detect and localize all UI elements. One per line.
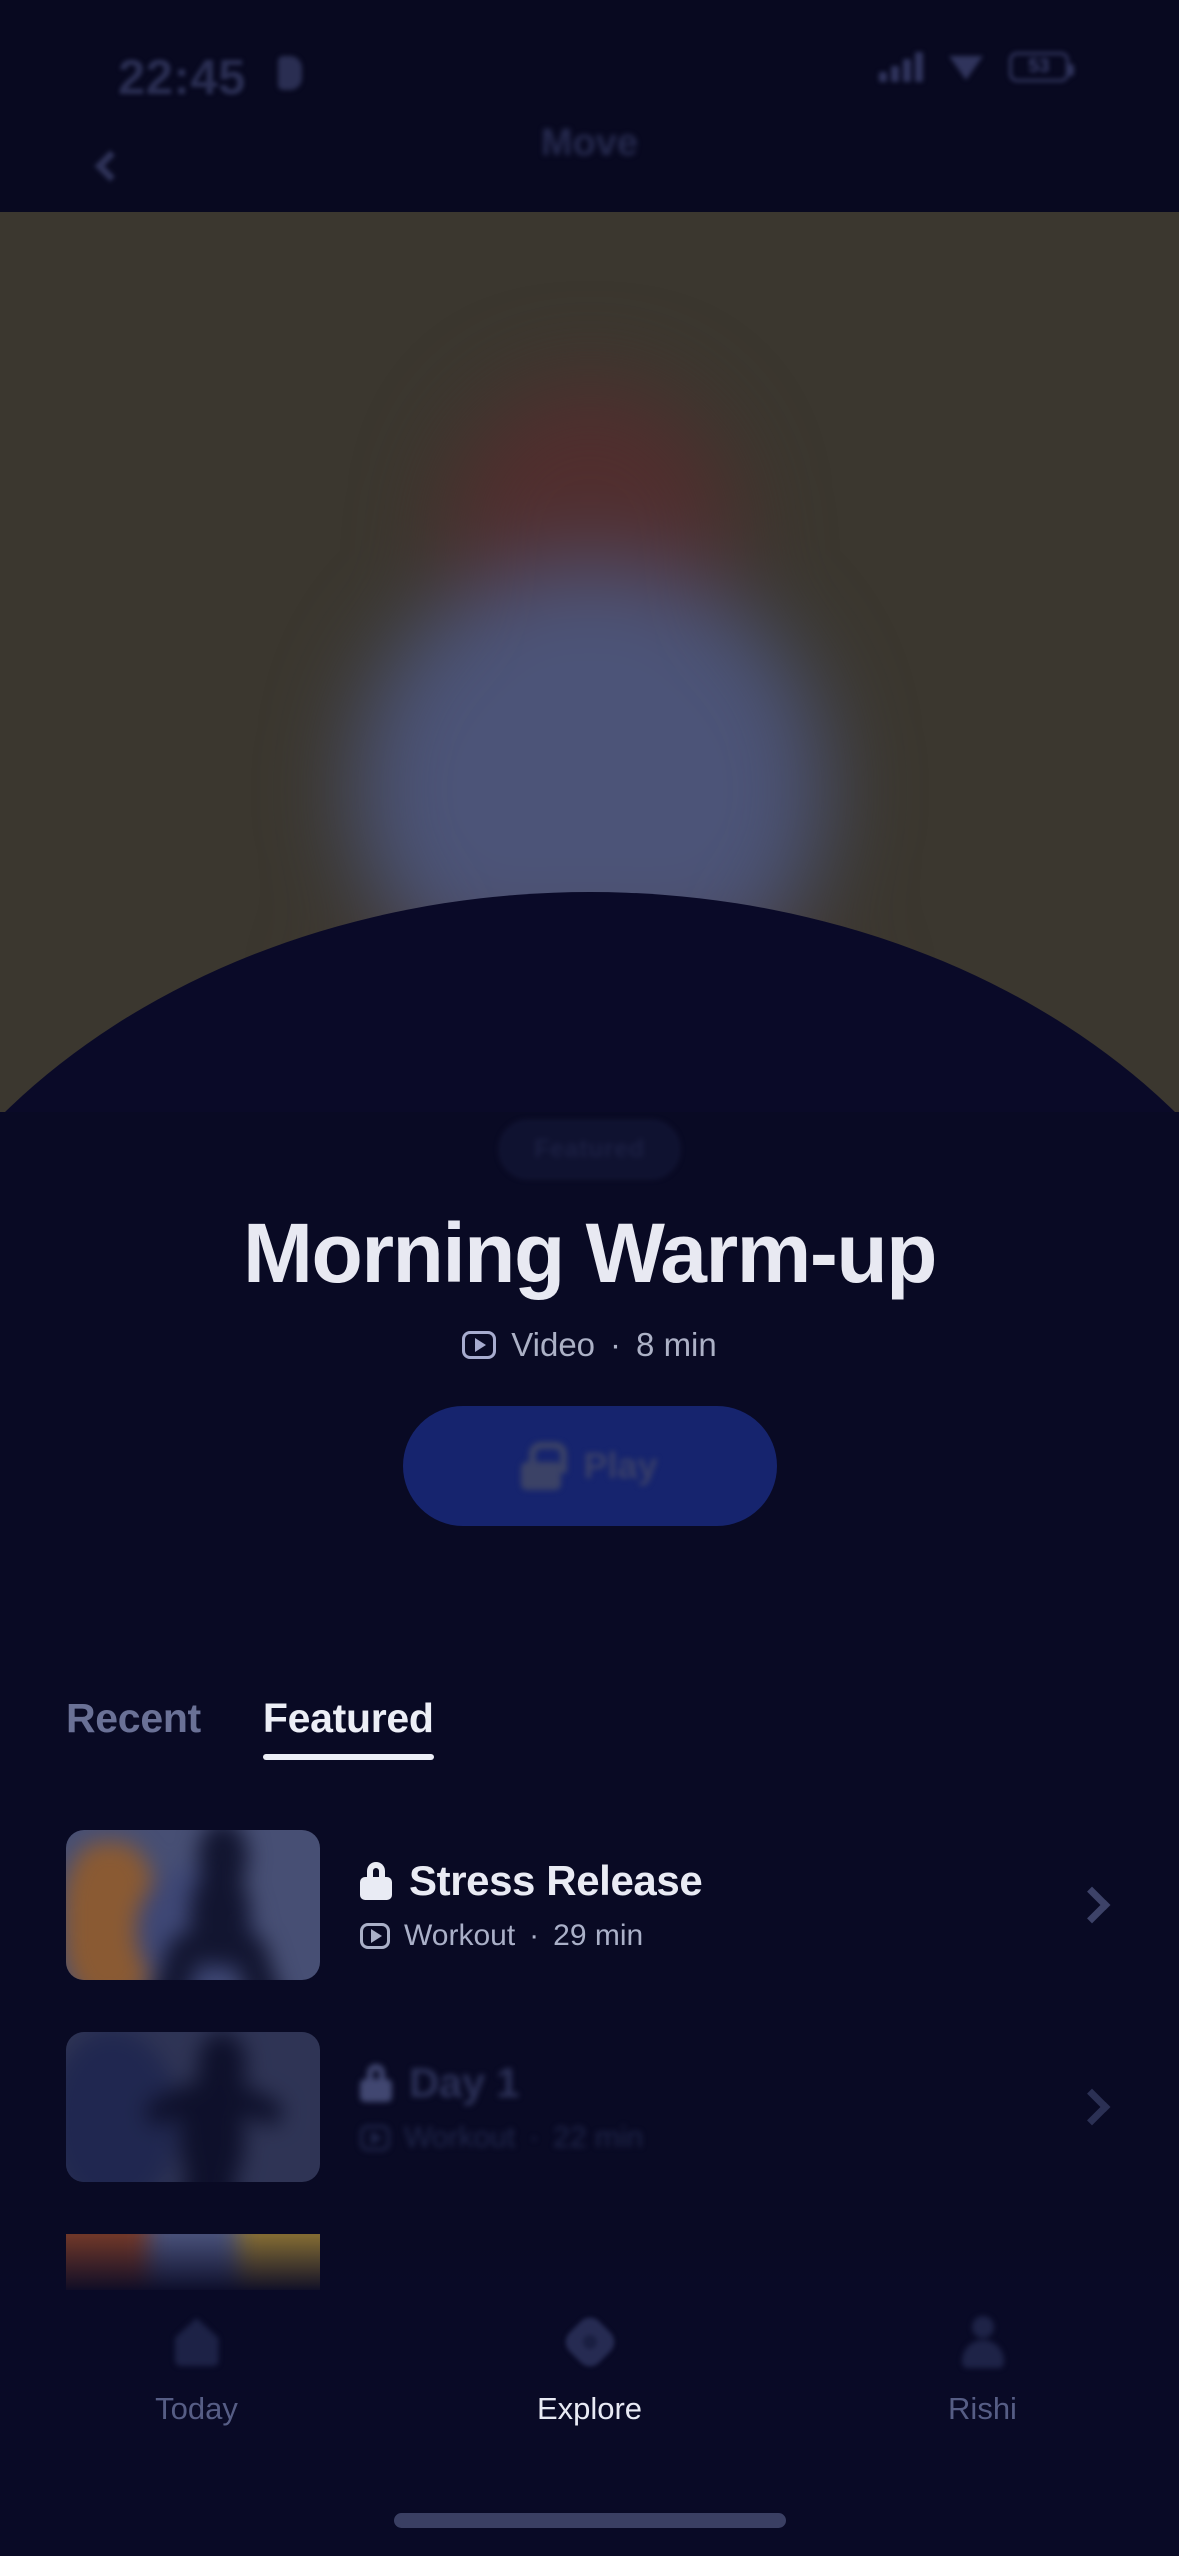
list-item-separator: · (529, 1919, 540, 1952)
battery-level: 53 (1028, 56, 1050, 77)
list-item-thumbnail (66, 2032, 320, 2182)
chevron-right-icon[interactable] (1073, 2088, 1111, 2126)
home-indicator[interactable] (393, 2513, 786, 2528)
list-item-meta: Workout · 22 min (360, 2121, 1039, 2155)
hero-image (0, 212, 1179, 1112)
chevron-right-icon[interactable] (1073, 1886, 1111, 1924)
feature-duration: 8 min (636, 1326, 717, 1363)
page-title: Morning Warm-up (243, 1206, 937, 1300)
wifi-icon (949, 56, 983, 82)
nav-item-explore-label: Explore (536, 2391, 643, 2426)
nav-item-today[interactable]: Today (0, 2312, 393, 2427)
lock-icon (360, 1862, 392, 1900)
bottom-nav-fade (0, 2236, 1179, 2294)
status-time: 22:45 (118, 51, 246, 105)
nav-title: Move (540, 122, 639, 164)
list-item-type: Workout (404, 1919, 516, 1952)
play-button[interactable]: Play (402, 1406, 777, 1526)
list-item[interactable]: Day 1 Workout · 22 min (0, 2032, 1179, 2182)
list-item-text: Day 1 Workout · 22 min (360, 2059, 1039, 2155)
content-list: Stress Release Workout · 29 min Day 1 Wo… (0, 1830, 1179, 2290)
list-item-text: Stress Release Workout · 29 min (360, 1857, 1039, 1953)
list-item-title: Stress Release (409, 1857, 703, 1904)
home-icon (167, 2312, 227, 2372)
nav-item-profile[interactable]: Rishi (786, 2312, 1179, 2427)
tab-featured-label: Featured (262, 1695, 434, 1741)
list-item-duration: 22 min (553, 2121, 644, 2154)
cellular-signal-icon (879, 52, 923, 82)
tab-recent-label: Recent (66, 1695, 201, 1741)
nav-item-today-label: Today (155, 2391, 238, 2426)
battery-icon: 53 (1009, 52, 1074, 82)
video-play-icon (360, 1923, 390, 1949)
featured-badge: Featured (499, 1120, 680, 1179)
video-play-icon (360, 2125, 390, 2151)
feature-type: Video (511, 1326, 596, 1363)
app-screen: Featured Morning Warm-up Video · 8 min P… (0, 0, 1179, 2556)
status-indicators: 53 (879, 52, 1074, 82)
video-play-icon (462, 1331, 497, 1359)
nav-item-profile-label: Rishi (948, 2391, 1017, 2426)
sparkle-icon (559, 2312, 620, 2372)
lock-icon (521, 1442, 568, 1490)
nav-header: Move (0, 122, 1179, 212)
play-button-label: Play (583, 1445, 658, 1486)
tab-featured[interactable]: Featured (262, 1695, 434, 1760)
lock-icon (360, 2064, 392, 2102)
feature-meta: Video · 8 min (0, 1326, 1179, 1364)
tab-active-underline (262, 1754, 434, 1760)
feature-block: Featured Morning Warm-up Video · 8 min P… (0, 1120, 1179, 1526)
bottom-navigation: Today Explore Rishi (0, 2236, 1179, 2556)
person-icon (953, 2312, 1013, 2372)
list-item-meta: Workout · 29 min (360, 1919, 1039, 1953)
list-item[interactable]: Stress Release Workout · 29 min (0, 1830, 1179, 1980)
content-tabs: Recent Featured (66, 1695, 434, 1760)
list-item-title: Day 1 (409, 2059, 520, 2106)
list-item-separator: · (529, 2121, 540, 2154)
list-item-duration: 29 min (553, 1919, 644, 1952)
list-item-thumbnail (66, 1830, 320, 1980)
feature-separator: · (610, 1326, 622, 1363)
alarm-icon (278, 56, 302, 90)
list-item-type: Workout (404, 2121, 516, 2154)
tab-recent[interactable]: Recent (66, 1695, 201, 1760)
nav-item-explore[interactable]: Explore (393, 2312, 786, 2427)
